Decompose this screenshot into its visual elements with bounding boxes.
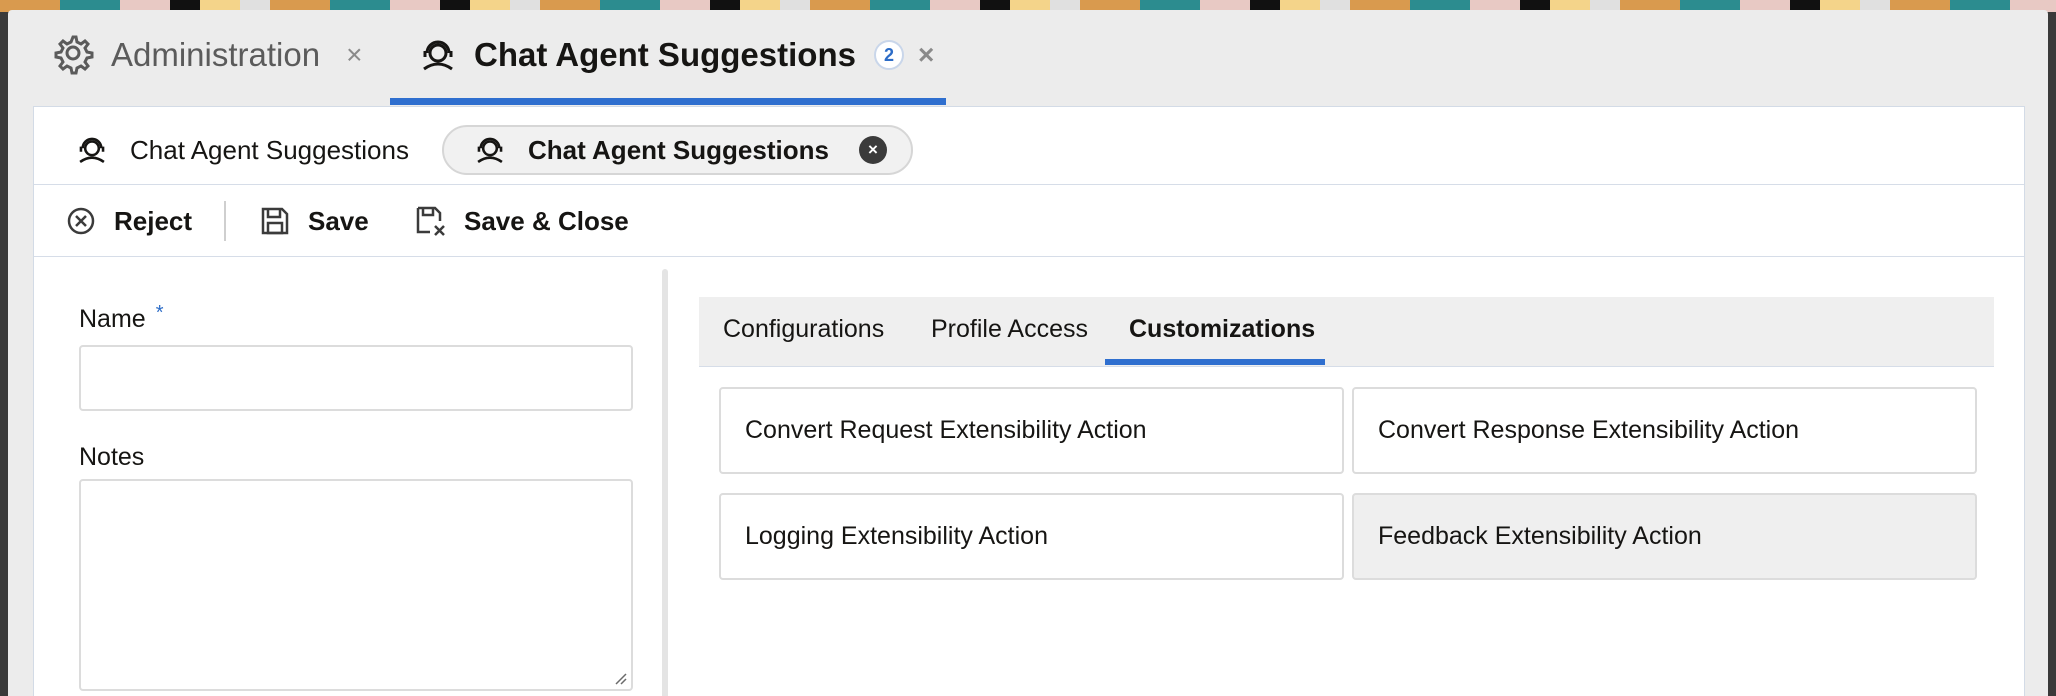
card-logging-extensibility-action[interactable]: Logging Extensibility Action <box>719 493 1344 580</box>
toolbar: Reject Save Save & Close <box>34 185 2024 257</box>
chat-agent-icon <box>416 33 460 77</box>
subtab-chat-agent-suggestions-list[interactable]: Chat Agent Suggestions <box>74 125 409 175</box>
suggestion-form: Name * Notes <box>34 257 659 696</box>
chat-agent-icon <box>472 132 508 168</box>
reject-icon <box>64 204 98 238</box>
content-panel: Chat Agent Suggestions Chat Agent Sugges… <box>33 106 2025 696</box>
notes-label: Notes <box>79 443 145 471</box>
tab-chat-agent-suggestions-label: Chat Agent Suggestions <box>474 36 856 73</box>
chat-agent-icon <box>74 132 110 168</box>
app-window: Administration × Chat Agent Suggestions … <box>8 10 2048 696</box>
notes-textarea[interactable] <box>79 479 633 691</box>
subtab-chat-agent-suggestions-detail[interactable]: Chat Agent Suggestions × <box>442 125 913 175</box>
tab-configurations[interactable]: Configurations <box>723 315 884 344</box>
save-button[interactable]: Save <box>258 199 369 243</box>
top-tab-strip: Administration × Chat Agent Suggestions … <box>8 10 2048 106</box>
subtab-label: Chat Agent Suggestions <box>528 134 829 165</box>
save-close-icon <box>414 204 448 238</box>
save-and-close-button[interactable]: Save & Close <box>414 199 629 243</box>
name-input[interactable] <box>79 345 633 411</box>
active-tab-indicator <box>1105 359 1325 365</box>
gear-icon <box>53 33 97 77</box>
tab-administration-label: Administration <box>111 36 321 73</box>
close-icon[interactable]: × <box>918 39 934 71</box>
tab-administration[interactable]: Administration × <box>53 32 362 78</box>
toolbar-separator <box>224 201 226 241</box>
count-badge: 2 <box>873 40 904 70</box>
reject-button[interactable]: Reject <box>64 199 192 243</box>
reject-label: Reject <box>114 205 193 236</box>
required-marker: * <box>155 302 164 324</box>
close-icon[interactable]: × <box>346 39 362 71</box>
active-tab-indicator <box>390 98 946 105</box>
resize-handle-icon[interactable] <box>613 671 627 685</box>
card-convert-response-extensibility-action[interactable]: Convert Response Extensibility Action <box>1352 387 1977 474</box>
card-feedback-extensibility-action[interactable]: Feedback Extensibility Action <box>1352 493 1977 580</box>
subtab-label: Chat Agent Suggestions <box>130 134 409 165</box>
save-and-close-label: Save & Close <box>464 205 629 236</box>
card-convert-request-extensibility-action[interactable]: Convert Request Extensibility Action <box>719 387 1344 474</box>
tab-chat-agent-suggestions[interactable]: Chat Agent Suggestions 2 × <box>416 32 934 78</box>
save-icon <box>258 204 292 238</box>
detail-tab-bar: Configurations Profile Access Customizat… <box>699 297 1994 367</box>
tab-customizations[interactable]: Customizations <box>1129 315 1315 344</box>
close-icon[interactable]: × <box>858 136 887 164</box>
panel-splitter[interactable] <box>662 269 668 696</box>
name-label: Name * <box>79 302 164 333</box>
tab-profile-access[interactable]: Profile Access <box>931 315 1088 344</box>
sub-tab-strip: Chat Agent Suggestions Chat Agent Sugges… <box>34 107 2024 185</box>
save-label: Save <box>308 205 369 236</box>
